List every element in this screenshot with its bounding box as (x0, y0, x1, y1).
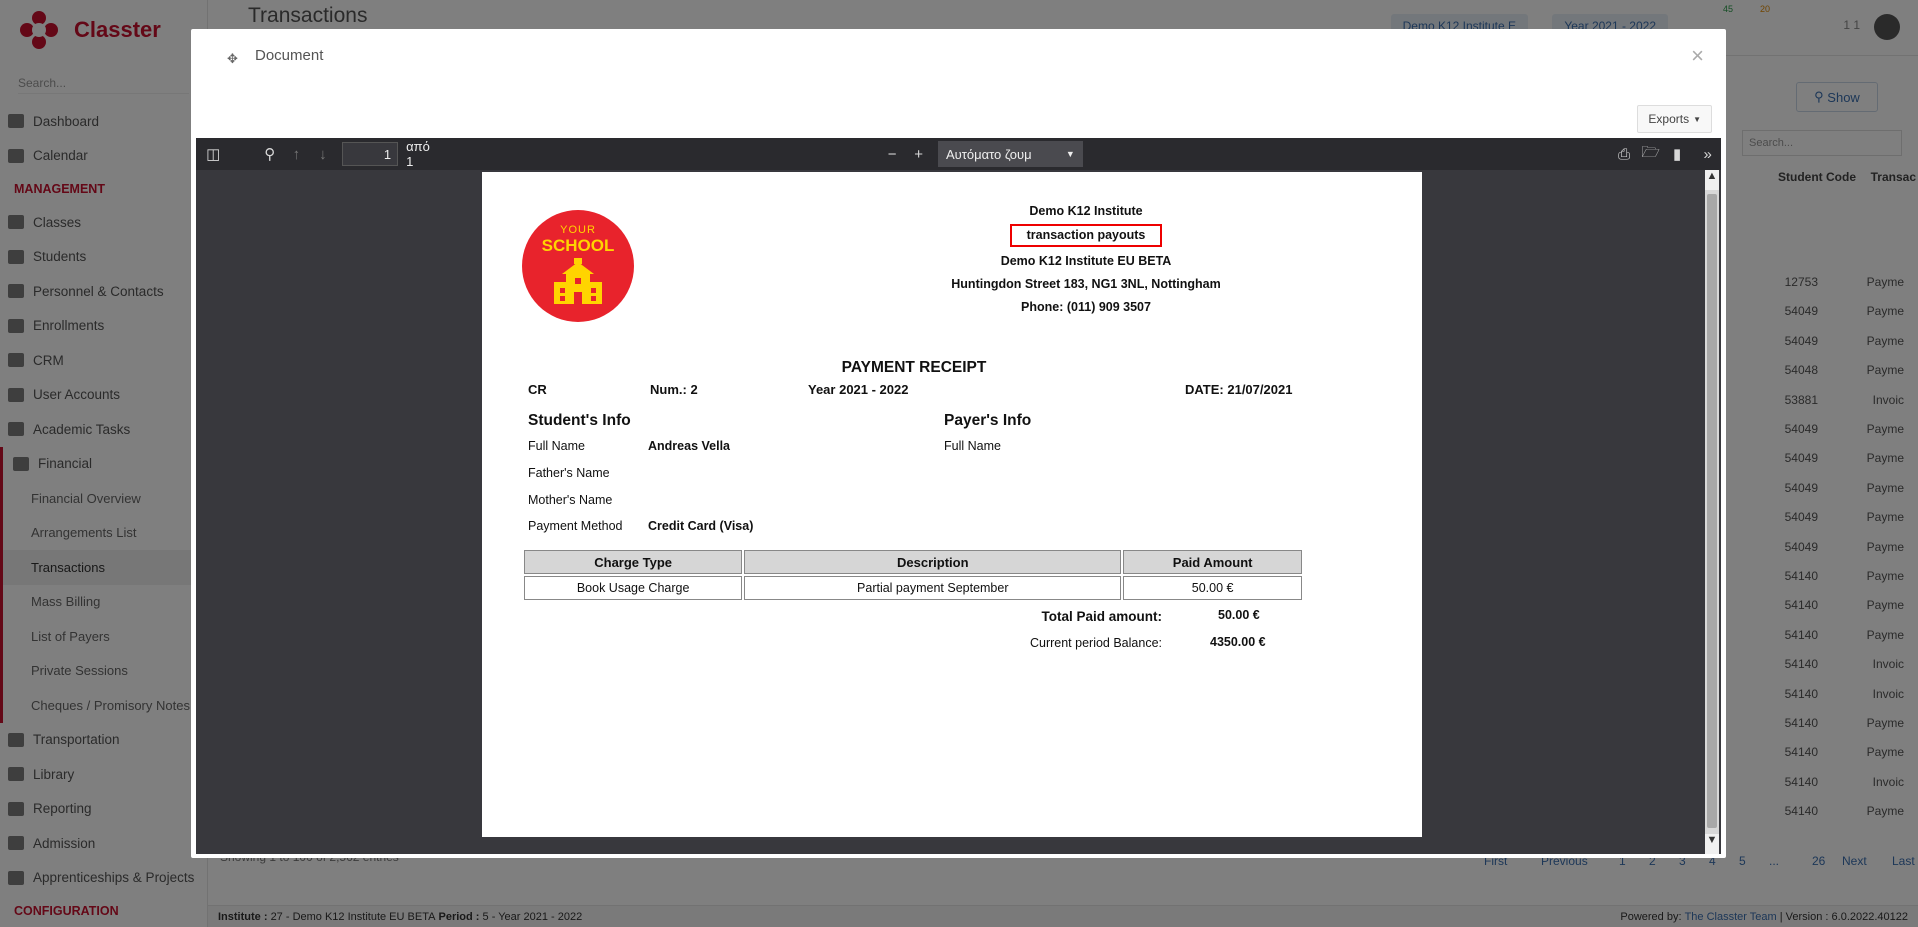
exports-button[interactable]: Exports ▼ (1637, 105, 1712, 133)
table-row: Book Usage Charge Partial payment Septem… (524, 576, 1302, 600)
scroll-down-icon[interactable]: ▼ (1705, 834, 1719, 854)
receipt-year: Year 2021 - 2022 (808, 382, 909, 397)
zoom-select[interactable]: Αυτόματο ζουμ ▼ (937, 141, 1083, 167)
document-subtitle: transaction payouts (1026, 228, 1146, 242)
payment-method-label: Payment Method (528, 519, 623, 533)
receipt-title: PAYMENT RECEIPT (841, 359, 987, 376)
col-paid-amount: Paid Amount (1123, 550, 1302, 574)
receipt-date: DATE: 21/07/2021 (1185, 382, 1293, 397)
payment-method-value: Credit Card (Visa) (648, 519, 754, 533)
arrow-up-icon[interactable]: ↑ (283, 140, 310, 168)
scroll-thumb[interactable] (1707, 194, 1717, 828)
charges-table: Charge Type Description Paid Amount Book… (522, 548, 1304, 602)
sidebar-toggle-icon[interactable]: ◫ (200, 140, 227, 168)
chevron-down-icon: ▼ (1065, 149, 1075, 159)
full-name-value: Andreas Vella (648, 439, 730, 453)
caret-down-icon: ▼ (1693, 114, 1701, 124)
search-icon[interactable]: ⚲ (257, 140, 284, 168)
institute-name: Demo K12 Institute (1029, 204, 1143, 218)
father-name-label: Father's Name (528, 466, 610, 480)
page-count-label: από 1 (406, 139, 430, 169)
total-paid-label: Total Paid amount: (1041, 609, 1163, 624)
zoom-in-icon[interactable]: + (905, 140, 932, 168)
table-header-row: Charge Type Description Paid Amount (524, 550, 1302, 574)
bookmark-icon[interactable]: ▮ (1664, 140, 1691, 168)
pdf-page: YOUR SCHOOL Demo K12 Institute transacti… (482, 172, 1422, 837)
institute-phone: Phone: (011) 909 3507 (1021, 300, 1151, 314)
period-balance-value: 4350.00 € (1210, 635, 1266, 649)
receipt-series: CR (528, 382, 547, 397)
page-number-input[interactable] (342, 142, 399, 166)
close-icon[interactable]: × (1691, 43, 1704, 69)
institute-address: Huntingdon Street 183, NG1 3NL, Nottingh… (951, 277, 1221, 291)
open-file-icon[interactable]: 🗁 (1637, 140, 1664, 168)
col-charge-type: Charge Type (524, 550, 743, 574)
cell-charge-type: Book Usage Charge (524, 576, 743, 600)
scroll-up-icon[interactable]: ▲ (1705, 170, 1719, 190)
col-description: Description (744, 550, 1122, 574)
arrow-down-icon[interactable]: ↓ (310, 140, 337, 168)
exports-label: Exports (1648, 112, 1690, 126)
print-icon[interactable]: ⎙ (1611, 140, 1638, 168)
move-icon[interactable]: ✥ (227, 51, 238, 67)
payer-info-heading: Payer's Info (944, 412, 1032, 429)
student-info-heading: Student's Info (528, 412, 631, 429)
document-modal: ✥ Document × Exports▼ ◫ ⚲ ↑ ↓ από 1 − + … (191, 29, 1726, 858)
pdf-toolbar: ◫ ⚲ ↑ ↓ από 1 − + Αυτόματο ζουμ ▼ ⎙ 🗁 ▮ » (196, 138, 1721, 170)
pdf-scrollbar[interactable]: ▲ ▼ (1705, 170, 1719, 854)
total-paid-value: 50.00 € (1218, 608, 1260, 622)
full-name-label: Full Name (528, 439, 585, 453)
period-balance-label: Current period Balance: (1029, 636, 1162, 650)
payer-full-name-label: Full Name (944, 439, 1001, 453)
cell-paid-amount: 50.00 € (1123, 576, 1302, 600)
cell-description: Partial payment September (744, 576, 1122, 600)
zoom-out-icon[interactable]: − (879, 140, 906, 168)
zoom-select-value: Αυτόματο ζουμ (945, 146, 1032, 162)
pdf-viewer: ◫ ⚲ ↑ ↓ από 1 − + Αυτόματο ζουμ ▼ ⎙ 🗁 ▮ »… (196, 138, 1721, 854)
receipt-number: Num.: 2 (650, 382, 698, 397)
mother-name-label: Mother's Name (528, 493, 613, 507)
modal-title: Document (255, 47, 324, 64)
tools-menu-icon[interactable]: » (1694, 140, 1721, 168)
institute-full-name: Demo K12 Institute EU BETA (1000, 254, 1172, 268)
